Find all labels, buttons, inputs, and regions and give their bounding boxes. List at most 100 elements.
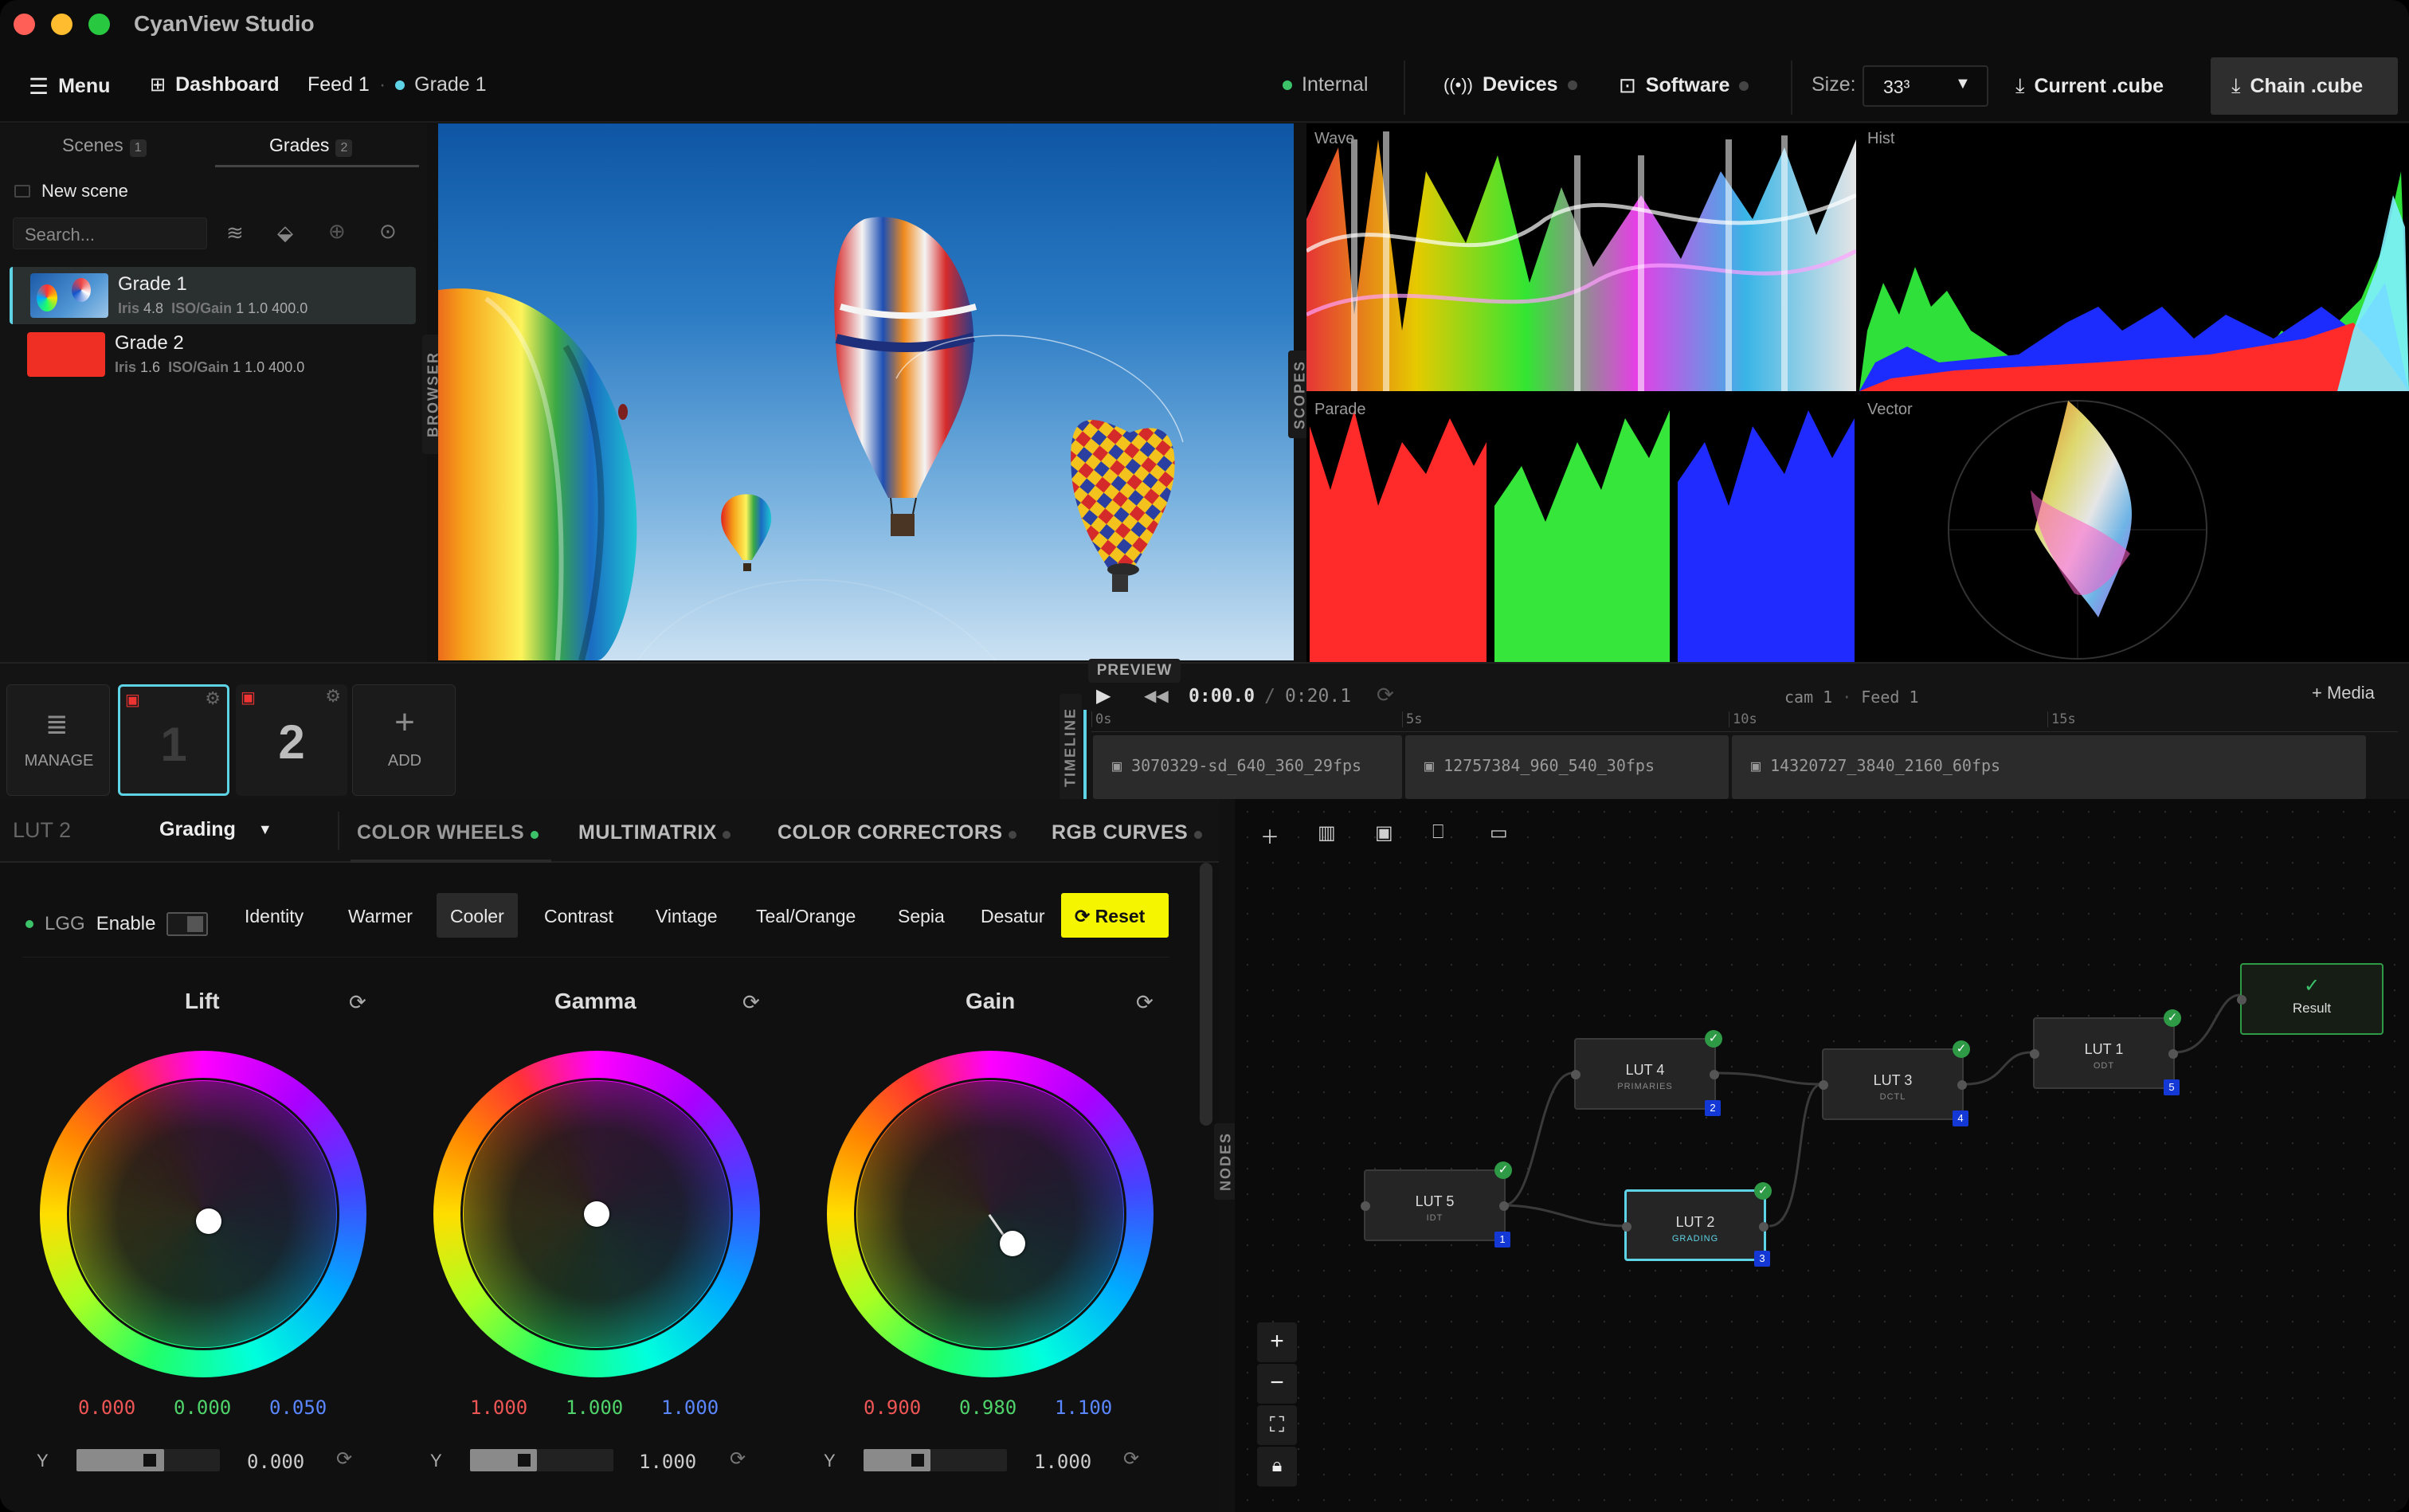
input-port[interactable] — [1819, 1080, 1828, 1090]
preset-contrast-button[interactable]: Contrast — [531, 893, 627, 938]
gain-b-value[interactable]: 1.100 — [1055, 1396, 1112, 1419]
layers-icon[interactable]: ≋ — [226, 221, 244, 245]
gamma-g-value[interactable]: 1.000 — [566, 1396, 623, 1419]
gain-g-value[interactable]: 0.980 — [959, 1396, 1016, 1419]
lift-b-value[interactable]: 0.050 — [269, 1396, 327, 1419]
chain-cube-button[interactable]: ⤓ Chain .cube — [2211, 57, 2398, 115]
preview-tab[interactable]: PREVIEW — [1088, 659, 1181, 683]
preset-desatur-button[interactable]: Desatur — [967, 893, 1059, 938]
gain-y-slider[interactable] — [864, 1449, 1007, 1471]
output-port[interactable] — [2168, 1049, 2178, 1059]
gain-reset-icon[interactable]: ⟳ — [1136, 990, 1154, 1015]
mode-select[interactable]: Grading ▼ — [159, 818, 272, 841]
current-cube-button[interactable]: ⤓ Current .cube — [2015, 73, 2164, 99]
preset-sepia-button[interactable]: Sepia — [884, 893, 958, 938]
node-lut-3[interactable]: LUT 3 DCTL ✓ 4 — [1819, 1040, 1970, 1126]
tag-icon[interactable]: ⬙ — [277, 221, 293, 245]
close-window-button[interactable] — [14, 14, 35, 35]
lock-button[interactable]: 🔒︎ — [1257, 1447, 1297, 1487]
camera-2-button[interactable]: ▣ ⚙ 2 — [236, 684, 347, 796]
manage-button[interactable]: ≣ MANAGE — [6, 684, 110, 796]
gain-wheel[interactable] — [827, 1051, 1154, 1377]
gamma-wheel[interactable] — [433, 1051, 760, 1377]
lift-y-value[interactable]: 0.000 — [247, 1451, 304, 1473]
histogram-scope[interactable]: Hist — [1859, 123, 2409, 391]
output-port[interactable] — [1499, 1201, 1509, 1211]
add-media-button[interactable]: + Media — [2312, 683, 2375, 703]
output-port[interactable] — [1957, 1080, 1967, 1090]
tab-color-wheels[interactable]: COLOR WHEELS — [357, 821, 539, 844]
check-circle-icon[interactable]: ⊙ — [379, 219, 397, 244]
preset-teal-orange-button[interactable]: Teal/Orange — [742, 893, 869, 938]
grade-item-1[interactable]: Grade 1 Iris 4.8 ISO/Gain 1 1.0 400.0 — [10, 267, 416, 324]
gain-knob[interactable] — [1000, 1231, 1025, 1256]
node-lut-2[interactable]: LUT 2 GRADING ✓ 3 — [1622, 1182, 1772, 1267]
gain-y-value[interactable]: 1.000 — [1034, 1451, 1091, 1473]
node-lut-5[interactable]: LUT 5 IDT ✓ 1 — [1361, 1161, 1512, 1248]
play-icon[interactable]: ▶ — [1096, 684, 1110, 707]
tab-multimatrix[interactable]: MULTIMATRIX — [578, 821, 731, 844]
tab-color-correctors[interactable]: COLOR CORRECTORS — [778, 821, 1017, 844]
gear-icon[interactable]: ⚙ — [325, 686, 341, 707]
input-port[interactable] — [2237, 995, 2246, 1005]
timeline-clip[interactable]: ▣ 3070329-sd_640_360_29fps — [1093, 735, 1402, 799]
minimize-window-button[interactable] — [51, 14, 72, 35]
timeline-clip[interactable]: ▣ 12757384_960_540_30fps — [1405, 735, 1729, 799]
panel-scrollbar[interactable] — [1200, 863, 1212, 1126]
enable-toggle[interactable] — [166, 912, 209, 936]
zoom-out-button[interactable]: − — [1257, 1364, 1297, 1404]
gain-r-value[interactable]: 0.900 — [864, 1396, 921, 1419]
gamma-y-reset-icon[interactable]: ⟳ — [730, 1447, 746, 1471]
preset-warmer-button[interactable]: Warmer — [335, 893, 426, 938]
software-button[interactable]: ⊡ Software — [1619, 73, 1749, 98]
grade-item-2[interactable]: Grade 2 Iris 1.6 ISO/Gain 1 1.0 400.0 — [10, 326, 416, 383]
input-port[interactable] — [1622, 1222, 1631, 1232]
video-preview[interactable] — [438, 123, 1294, 660]
lift-wheel[interactable] — [40, 1051, 366, 1377]
reset-button[interactable]: ⟳ Reset — [1061, 893, 1169, 938]
gamma-r-value[interactable]: 1.000 — [470, 1396, 527, 1419]
menu-button[interactable]: ☰ Menu — [29, 73, 110, 100]
playhead[interactable] — [1083, 710, 1087, 801]
input-port[interactable] — [1361, 1201, 1370, 1211]
output-port[interactable] — [1710, 1070, 1719, 1079]
fit-view-button[interactable]: ⛶ — [1257, 1405, 1297, 1445]
breadcrumb-feed[interactable]: Feed 1 — [307, 73, 370, 96]
parade-scope[interactable]: Parade — [1306, 394, 1856, 662]
tab-grades[interactable]: Grades 2 — [269, 135, 353, 157]
gamma-reset-icon[interactable]: ⟳ — [742, 990, 760, 1015]
lift-knob[interactable] — [196, 1208, 221, 1234]
vectorscope[interactable]: Vector — [1859, 394, 2409, 662]
preset-identity-button[interactable]: Identity — [231, 893, 317, 938]
output-port[interactable] — [1759, 1222, 1769, 1232]
gamma-y-value[interactable]: 1.000 — [639, 1451, 696, 1473]
input-port[interactable] — [1571, 1070, 1581, 1079]
preset-cooler-button[interactable]: Cooler — [437, 893, 518, 938]
dashboard-button[interactable]: ⊞ Dashboard — [150, 73, 280, 96]
camera-1-button[interactable]: ▣ ⚙ 1 — [118, 684, 229, 796]
search-input[interactable]: Search... — [13, 217, 207, 249]
zoom-in-button[interactable]: + — [1257, 1322, 1297, 1362]
preset-vintage-button[interactable]: Vintage — [642, 893, 731, 938]
add-circle-icon[interactable]: ⊕ — [328, 219, 346, 244]
internal-status[interactable]: Internal — [1283, 73, 1368, 96]
lift-g-value[interactable]: 0.000 — [174, 1396, 231, 1419]
lift-r-value[interactable]: 0.000 — [78, 1396, 135, 1419]
lift-y-slider[interactable] — [76, 1449, 220, 1471]
lift-y-reset-icon[interactable]: ⟳ — [336, 1447, 352, 1471]
rewind-icon[interactable]: ◀◀ — [1144, 686, 1169, 706]
loop-icon[interactable]: ⟳ — [1377, 683, 1394, 707]
tab-scenes[interactable]: Scenes 1 — [62, 135, 147, 157]
timeline-clip[interactable]: ▣ 14320727_3840_2160_60fps — [1732, 735, 2366, 799]
add-camera-button[interactable]: + ADD — [352, 684, 456, 796]
node-lut-4[interactable]: LUT 4 PRIMARIES ✓ 2 — [1571, 1030, 1722, 1116]
gamma-knob[interactable] — [584, 1201, 609, 1227]
node-result[interactable]: ✓ Result — [2237, 963, 2384, 1035]
lift-reset-icon[interactable]: ⟳ — [349, 990, 366, 1015]
node-lut-1[interactable]: LUT 1 ODT ✓ 5 — [2030, 1009, 2181, 1095]
gamma-b-value[interactable]: 1.000 — [661, 1396, 719, 1419]
waveform-scope[interactable]: Wave — [1306, 123, 1856, 391]
gear-icon[interactable]: ⚙ — [205, 688, 221, 709]
gain-y-reset-icon[interactable]: ⟳ — [1123, 1447, 1139, 1471]
tab-rgb-curves[interactable]: RGB CURVES — [1052, 821, 1202, 844]
